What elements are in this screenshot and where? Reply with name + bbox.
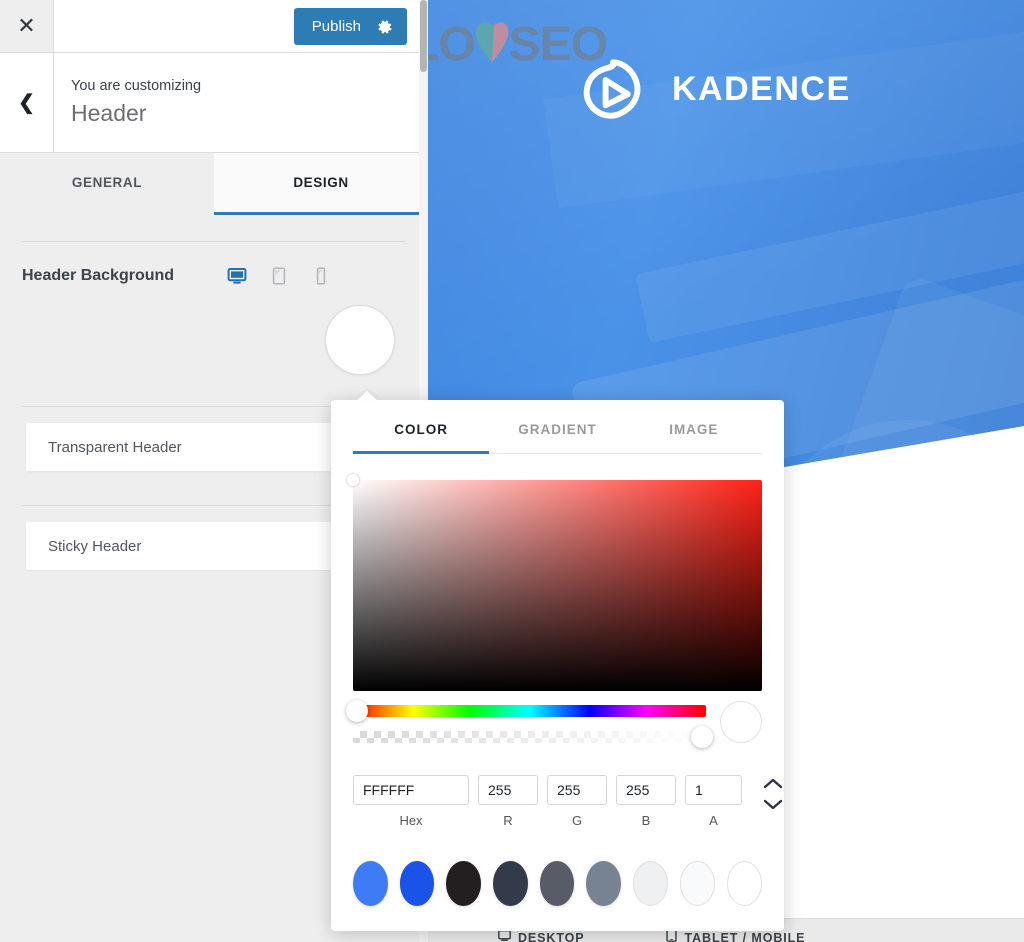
value-stepper (762, 775, 784, 811)
panel-heading: You are customizing Header (54, 53, 428, 152)
back-button[interactable]: ❮ (0, 53, 54, 152)
transparent-header-label: Transparent Header (48, 438, 182, 456)
sliders-area (345, 700, 762, 748)
chevron-left-icon: ❮ (18, 92, 35, 114)
responsive-device-toggles (227, 266, 406, 286)
close-icon: ✕ (17, 13, 36, 38)
saturation-pointer[interactable] (347, 474, 359, 486)
palette-swatch[interactable] (446, 861, 481, 906)
customizer-screen: KADENCE LO SEO (0, 0, 1024, 942)
palette-swatch[interactable] (726, 861, 762, 906)
alpha-field-group: A (685, 775, 742, 828)
popover-caret (356, 391, 378, 401)
tab-image[interactable]: IMAGE (626, 422, 762, 454)
palette-swatch[interactable] (539, 861, 575, 906)
customizer-title-row: ❮ You are customizing Header (0, 53, 428, 153)
header-background-label: Header Background (22, 267, 175, 284)
color-palette-swatches (353, 861, 762, 906)
page-title: Header (71, 100, 147, 127)
sticky-header-label: Sticky Header (48, 537, 142, 555)
tablet-icon[interactable] (269, 266, 289, 286)
tab-general[interactable]: GENERAL (0, 153, 214, 215)
watermark-text-seo: SEO (508, 17, 608, 71)
watermark-heart-icon (472, 16, 512, 76)
site-branding[interactable]: KADENCE (576, 52, 851, 126)
panel-tabs: GENERAL DESIGN (0, 153, 428, 215)
customizer-topbar: ✕ Publish (0, 0, 428, 53)
gear-icon[interactable] (377, 19, 393, 35)
palette-swatch[interactable] (632, 861, 668, 906)
hex-field-group: Hex (353, 775, 469, 828)
alpha-slider-thumb[interactable] (691, 726, 714, 748)
palette-swatch[interactable] (353, 861, 388, 906)
hue-slider-thumb[interactable] (345, 700, 368, 722)
header-background-color-swatch[interactable] (325, 305, 395, 375)
monitor-icon[interactable] (227, 266, 247, 286)
red-field-label: R (503, 813, 513, 828)
blue-field-label: B (641, 813, 651, 828)
color-picker-popover: COLOR GRADIENT IMAGE Hex (331, 391, 784, 931)
green-field-group: G (547, 775, 607, 828)
publish-button-label: Publish (311, 18, 361, 35)
green-input[interactable] (547, 775, 607, 805)
loyseo-watermark: LO SEO (428, 14, 608, 76)
alpha-input[interactable] (685, 775, 742, 805)
mobile-icon[interactable] (311, 266, 331, 286)
preview-device-tablet-mobile-label: TABLET / MOBILE (684, 931, 806, 942)
color-picker-tabs: COLOR GRADIENT IMAGE (353, 400, 762, 454)
slider-stack (345, 700, 714, 748)
alpha-slider-fill (353, 731, 706, 743)
red-field-group: R (478, 775, 538, 828)
chevron-up-icon[interactable] (762, 777, 784, 790)
alpha-field-label: A (709, 813, 718, 828)
close-customizer-button[interactable]: ✕ (0, 0, 54, 52)
saturation-value-area[interactable] (347, 474, 762, 691)
chevron-down-icon[interactable] (762, 798, 784, 811)
color-inputs-row: Hex R G B A (353, 775, 783, 828)
watermark-text-lo: LO (428, 17, 476, 71)
preview-device-desktop-label: DESKTOP (518, 931, 585, 942)
palette-swatch[interactable] (586, 861, 621, 906)
green-field-label: G (571, 813, 583, 828)
palette-swatch[interactable] (492, 861, 528, 906)
header-background-section: Header Background (0, 242, 428, 296)
red-input[interactable] (478, 775, 538, 805)
alpha-slider[interactable] (353, 726, 714, 748)
tab-gradient[interactable]: GRADIENT (489, 422, 625, 454)
customizing-label: You are customizing (71, 78, 202, 94)
blue-input[interactable] (616, 775, 676, 805)
color-swatch-area (0, 296, 428, 406)
hex-input[interactable] (353, 775, 469, 805)
palette-swatch[interactable] (679, 861, 715, 906)
tab-color[interactable]: COLOR (353, 422, 490, 454)
publish-button[interactable]: Publish (293, 8, 407, 45)
tab-design[interactable]: DESIGN (214, 153, 428, 215)
hue-slider[interactable] (345, 700, 706, 722)
blue-field-group: B (616, 775, 676, 828)
palette-swatch[interactable] (399, 861, 435, 906)
hex-field-label: Hex (399, 813, 423, 828)
color-preview-circle (720, 701, 762, 743)
sidebar-scrollbar-thumb[interactable] (420, 0, 427, 72)
topbar-actions: Publish (54, 0, 428, 52)
site-title: KADENCE (672, 69, 851, 108)
